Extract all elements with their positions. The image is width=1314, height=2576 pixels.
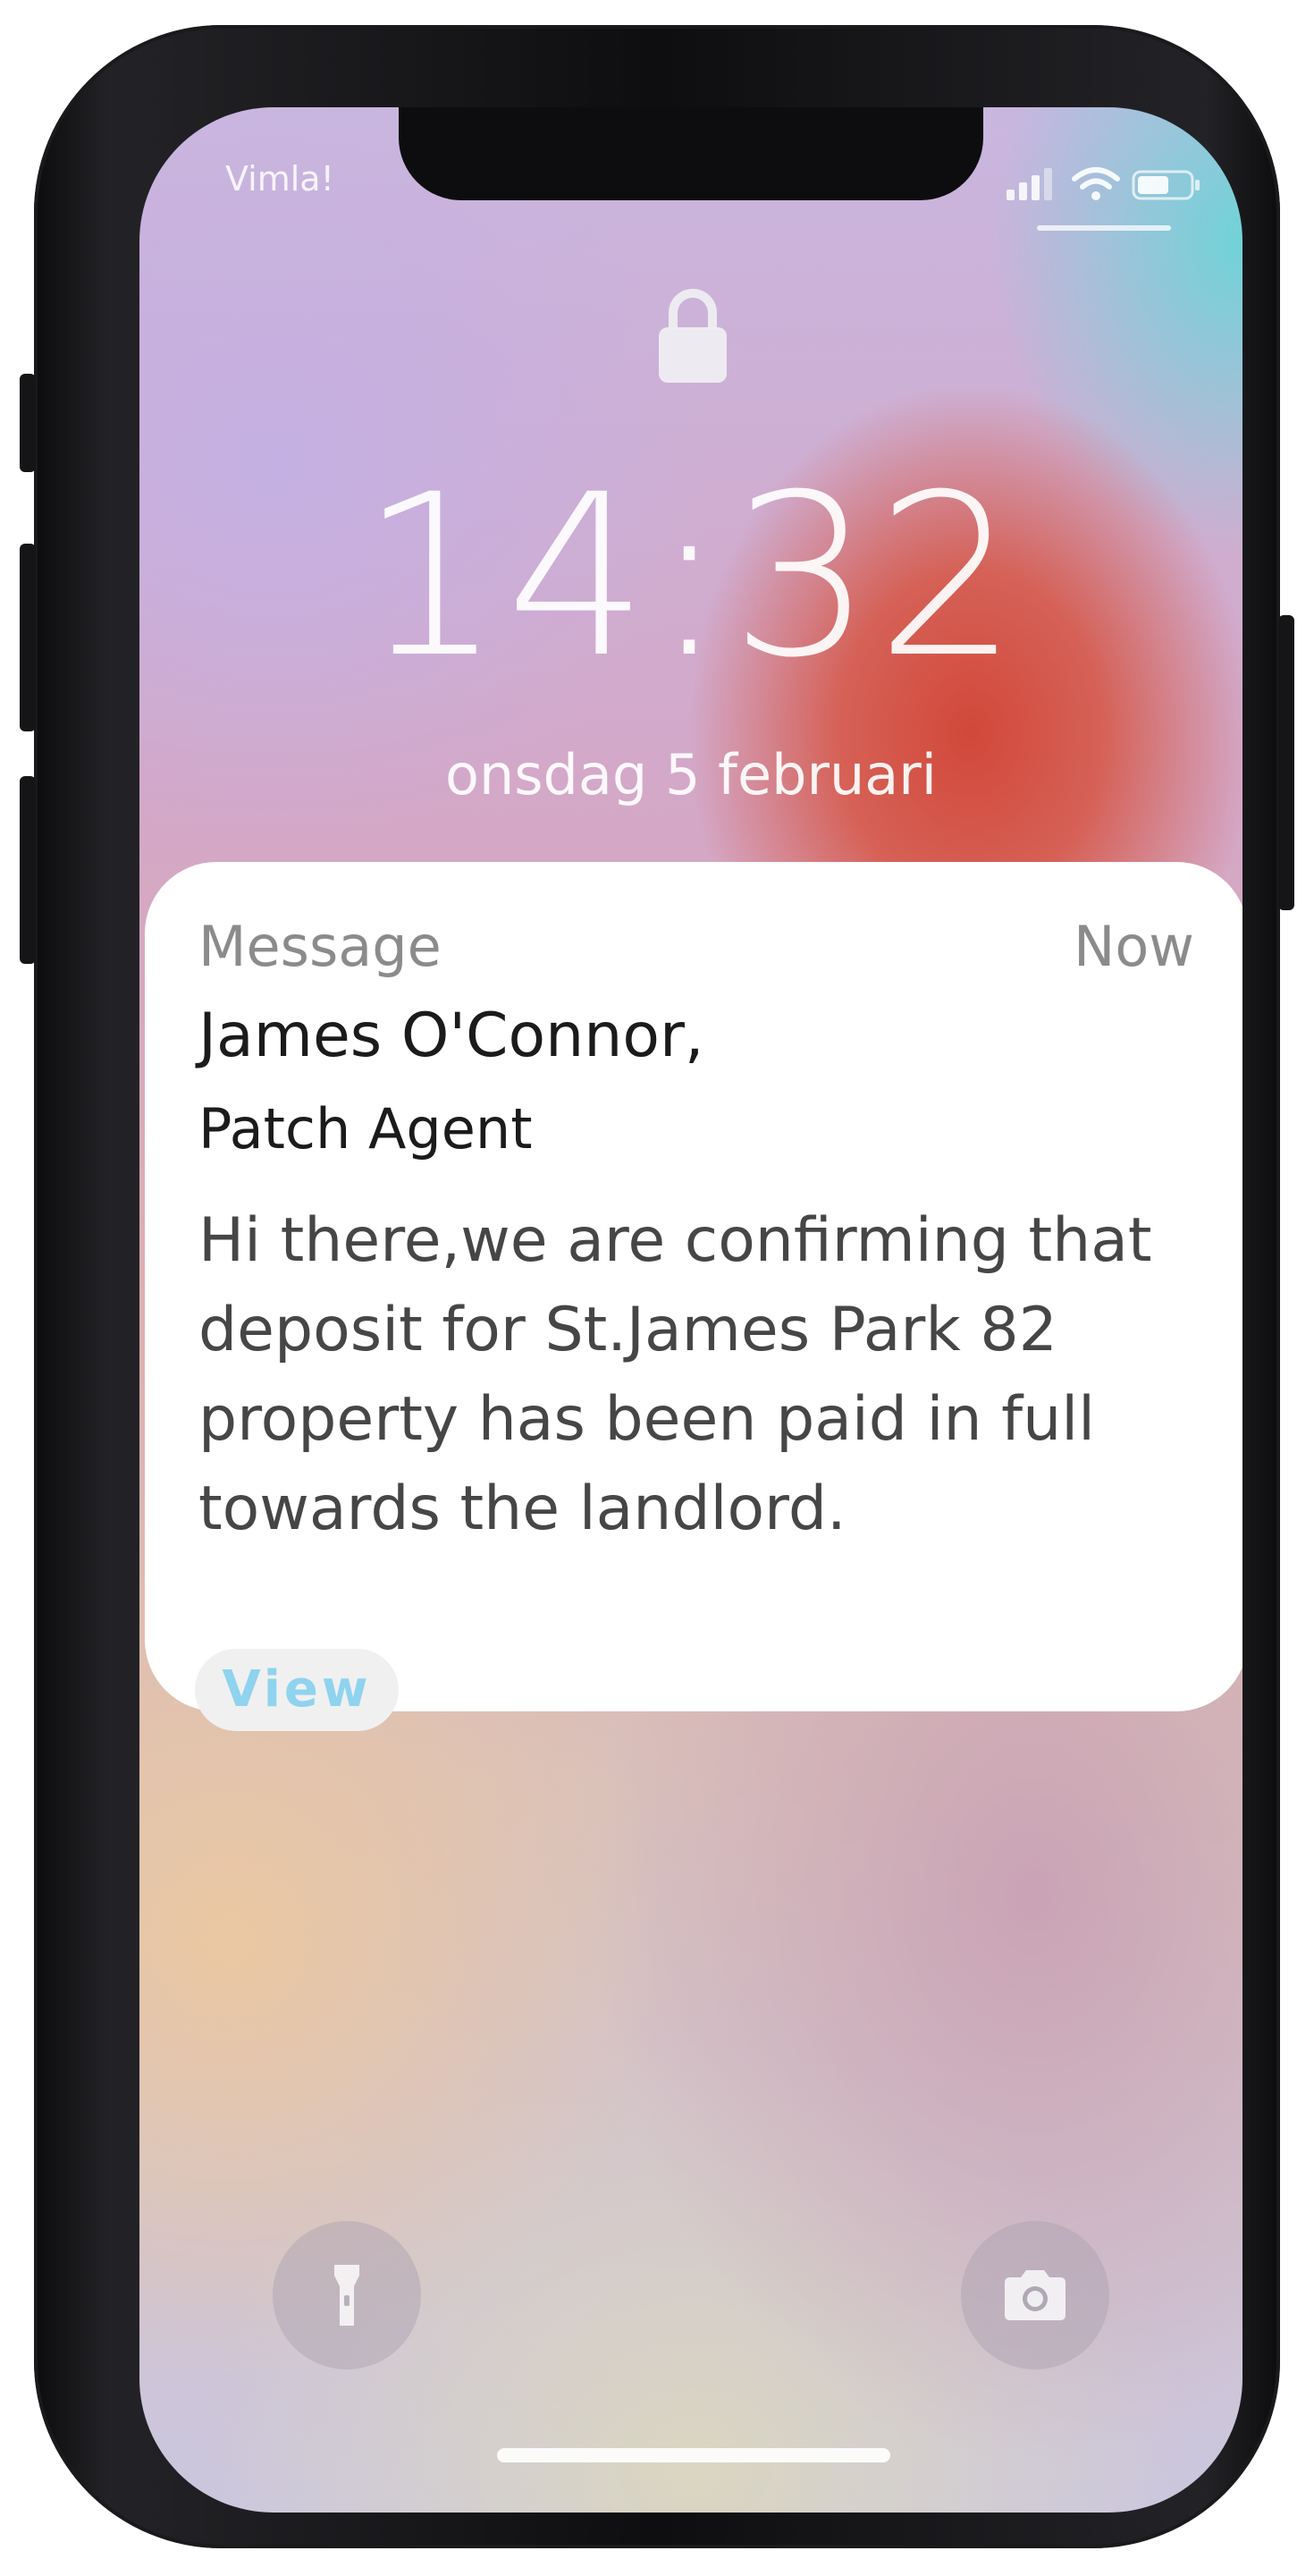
volume-up-button <box>20 544 36 731</box>
notification-body: Hi there,we are confirming that deposit … <box>198 1205 1152 1544</box>
control-center-indicator[interactable] <box>1037 225 1171 231</box>
phone-frame: Vimla! 14:32 onsdag 5 februari Message N… <box>20 25 1294 2548</box>
mute-switch <box>20 374 36 472</box>
lock-screen-time: 14:32 <box>359 446 1023 706</box>
notch <box>399 107 983 200</box>
wifi-icon <box>1072 167 1120 200</box>
power-button <box>1278 615 1294 910</box>
signal-icon <box>1007 168 1052 200</box>
notification-app-name: Message <box>198 914 442 979</box>
flashlight-icon <box>334 2265 359 2326</box>
battery-icon <box>1132 170 1200 200</box>
status-icons <box>1007 166 1203 202</box>
lock-screen-date: onsdag 5 februari <box>445 742 937 807</box>
lock-icon <box>659 289 727 383</box>
carrier-label: Vimla! <box>225 159 334 198</box>
notification-sender: James O'Connor, <box>198 1001 704 1071</box>
volume-down-button <box>20 776 36 964</box>
view-button[interactable]: View <box>195 1649 399 1731</box>
flashlight-button[interactable] <box>273 2221 421 2369</box>
notification-sender-role: Patch Agent <box>198 1096 533 1161</box>
camera-icon <box>1005 2270 1066 2320</box>
notification-time: Now <box>1073 914 1194 979</box>
home-indicator[interactable] <box>497 2448 890 2462</box>
message-notification[interactable]: Message Now James O'Connor, Patch Agent … <box>145 862 1242 1731</box>
camera-button[interactable] <box>961 2221 1109 2369</box>
lock-screen: Vimla! 14:32 onsdag 5 februari Message N… <box>139 107 1242 2513</box>
